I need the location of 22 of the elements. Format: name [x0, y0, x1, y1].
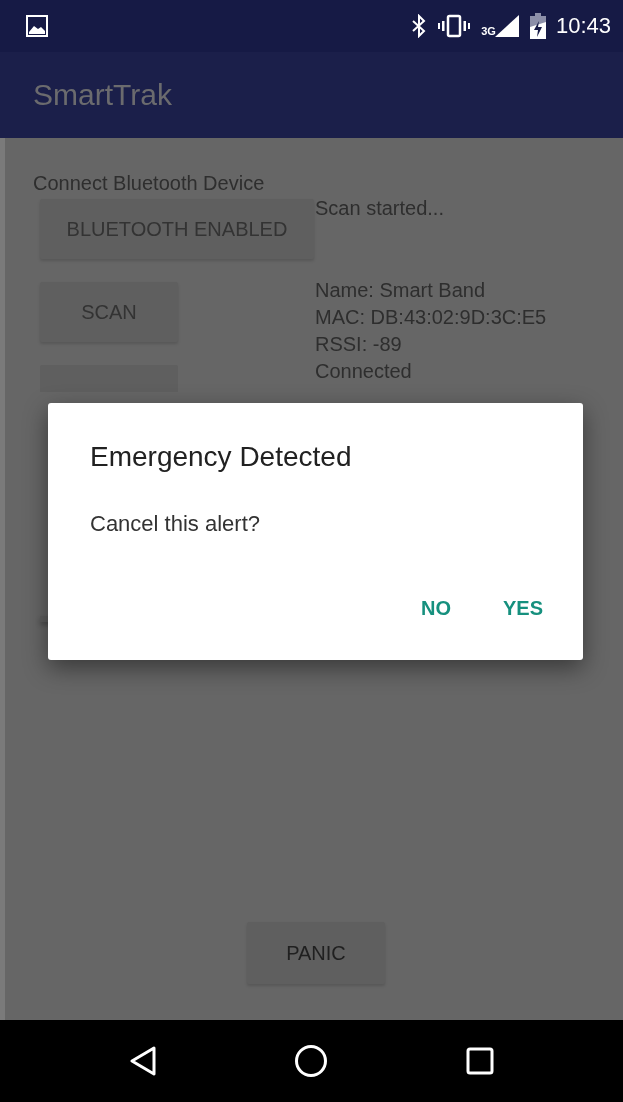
image-icon	[26, 15, 48, 37]
back-icon[interactable]	[128, 1046, 157, 1076]
network-type: 3G	[481, 25, 496, 37]
app-title: SmartTrak	[33, 78, 172, 112]
device-info-line: Name: Smart Band	[315, 278, 487, 303]
device-info-line: RSSI: -89	[315, 332, 403, 357]
home-icon[interactable]	[294, 1044, 329, 1078]
vibrate-icon	[437, 14, 472, 38]
device-info-line: MAC: DB:43:02:9D:3C:E5	[315, 305, 547, 330]
device-info-line: Connected	[315, 359, 413, 384]
dialog-button[interactable]: NO	[404, 589, 467, 628]
clock: 10:43	[555, 13, 611, 39]
battery-charging-icon	[529, 13, 546, 39]
dialog-button[interactable]: YES	[486, 589, 559, 628]
alert-dialog-title: Emergency Detected	[90, 441, 353, 473]
panic-button[interactable]: PANIC	[247, 922, 385, 984]
section-heading: Connect Bluetooth Device	[33, 172, 266, 195]
bluetooth-icon	[411, 14, 428, 38]
dialog-message: Cancel this alert?	[90, 511, 261, 537]
scan-status: Scan started...	[315, 196, 445, 221]
signal-icon	[493, 14, 520, 38]
recent-apps-icon[interactable]	[466, 1047, 495, 1075]
